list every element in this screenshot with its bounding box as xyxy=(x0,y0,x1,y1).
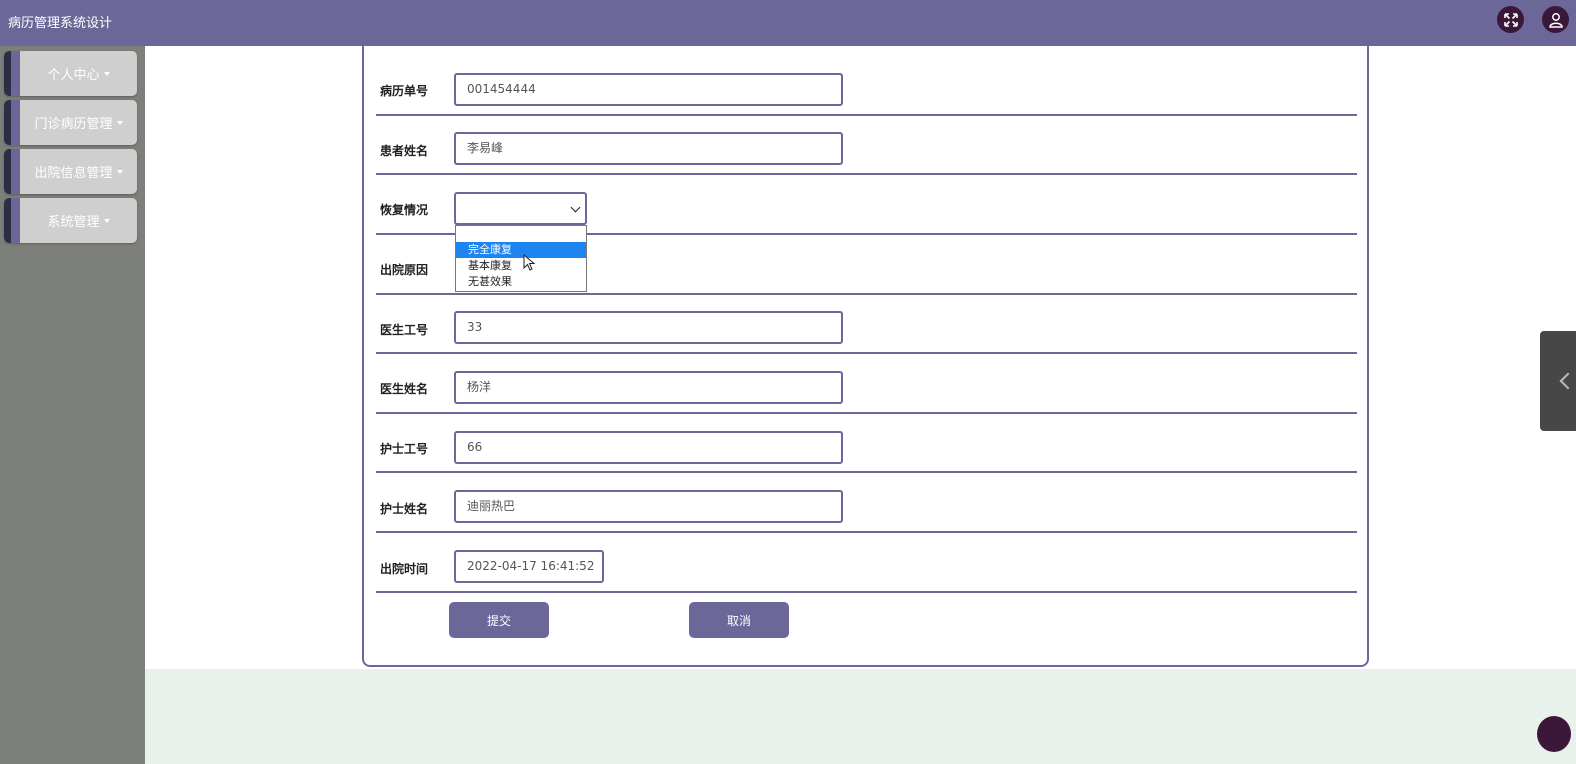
dropdown-option[interactable] xyxy=(456,226,586,242)
record-no-input[interactable]: 001454444 xyxy=(454,73,843,106)
chevron-down-icon xyxy=(116,169,123,174)
record-no-label: 病历单号 xyxy=(380,84,429,98)
doctor-name-label: 医生姓名 xyxy=(380,382,429,396)
dropdown-option[interactable]: 基本康复 xyxy=(456,258,586,274)
nurse-name-label: 护士姓名 xyxy=(380,502,429,516)
sidebar-item-discharge-info[interactable]: 出院信息管理 xyxy=(4,149,137,194)
chevron-down-icon xyxy=(116,120,123,125)
cancel-button[interactable]: 取消 xyxy=(689,602,789,638)
discharge-reason-label: 出院原因 xyxy=(380,263,429,277)
divider xyxy=(376,173,1357,175)
fullscreen-icon[interactable] xyxy=(1497,6,1524,33)
nurse-id-input[interactable]: 66 xyxy=(454,431,843,464)
side-panel-toggle[interactable] xyxy=(1540,331,1576,431)
chevron-down-icon xyxy=(103,218,110,223)
recovery-label: 恢复情况 xyxy=(380,203,429,217)
sidebar-item-label: 出院信息管理 xyxy=(34,166,113,181)
chevron-left-icon xyxy=(1559,372,1576,390)
sidebar: 个人中心 门诊病历管理 出院信息管理 系统管理 xyxy=(0,46,145,764)
user-icon[interactable] xyxy=(1542,6,1569,33)
recovery-select[interactable] xyxy=(454,192,587,225)
chat-bubble-icon[interactable] xyxy=(1537,716,1571,752)
sidebar-item-outpatient-records[interactable]: 门诊病历管理 xyxy=(4,100,137,145)
nurse-id-label: 护士工号 xyxy=(380,442,429,456)
divider xyxy=(376,591,1357,593)
divider xyxy=(376,352,1357,354)
app-title: 病历管理系统设计 xyxy=(8,16,113,31)
sidebar-item-personal-center[interactable]: 个人中心 xyxy=(4,51,137,96)
patient-name-label: 患者姓名 xyxy=(380,144,429,158)
divider xyxy=(376,531,1357,533)
sidebar-item-label: 个人中心 xyxy=(47,68,100,83)
dropdown-option[interactable]: 无甚效果 xyxy=(456,274,586,290)
doctor-id-label: 医生工号 xyxy=(380,323,429,337)
divider xyxy=(376,471,1357,473)
divider xyxy=(376,114,1357,116)
divider xyxy=(376,293,1357,295)
discharge-time-label: 出院时间 xyxy=(380,562,429,576)
discharge-time-input[interactable]: 2022-04-17 16:41:52 xyxy=(454,550,604,583)
doctor-name-input[interactable]: 杨洋 xyxy=(454,371,843,404)
top-bar: 病历管理系统设计 xyxy=(0,0,1576,46)
divider xyxy=(376,412,1357,414)
recovery-dropdown-list: 完全康复 基本康复 无甚效果 xyxy=(455,225,587,292)
submit-button[interactable]: 提交 xyxy=(449,602,549,638)
chevron-down-icon xyxy=(570,202,581,213)
nurse-name-input[interactable]: 迪丽热巴 xyxy=(454,490,843,523)
sidebar-item-label: 系统管理 xyxy=(47,215,100,230)
patient-name-input[interactable]: 李易峰 xyxy=(454,132,843,165)
doctor-id-input[interactable]: 33 xyxy=(454,311,843,344)
chevron-down-icon xyxy=(103,71,110,76)
mouse-cursor-icon xyxy=(523,254,536,271)
dropdown-option-selected[interactable]: 完全康复 xyxy=(456,242,586,258)
sidebar-item-system-management[interactable]: 系统管理 xyxy=(4,198,137,243)
sidebar-item-label: 门诊病历管理 xyxy=(34,117,113,132)
